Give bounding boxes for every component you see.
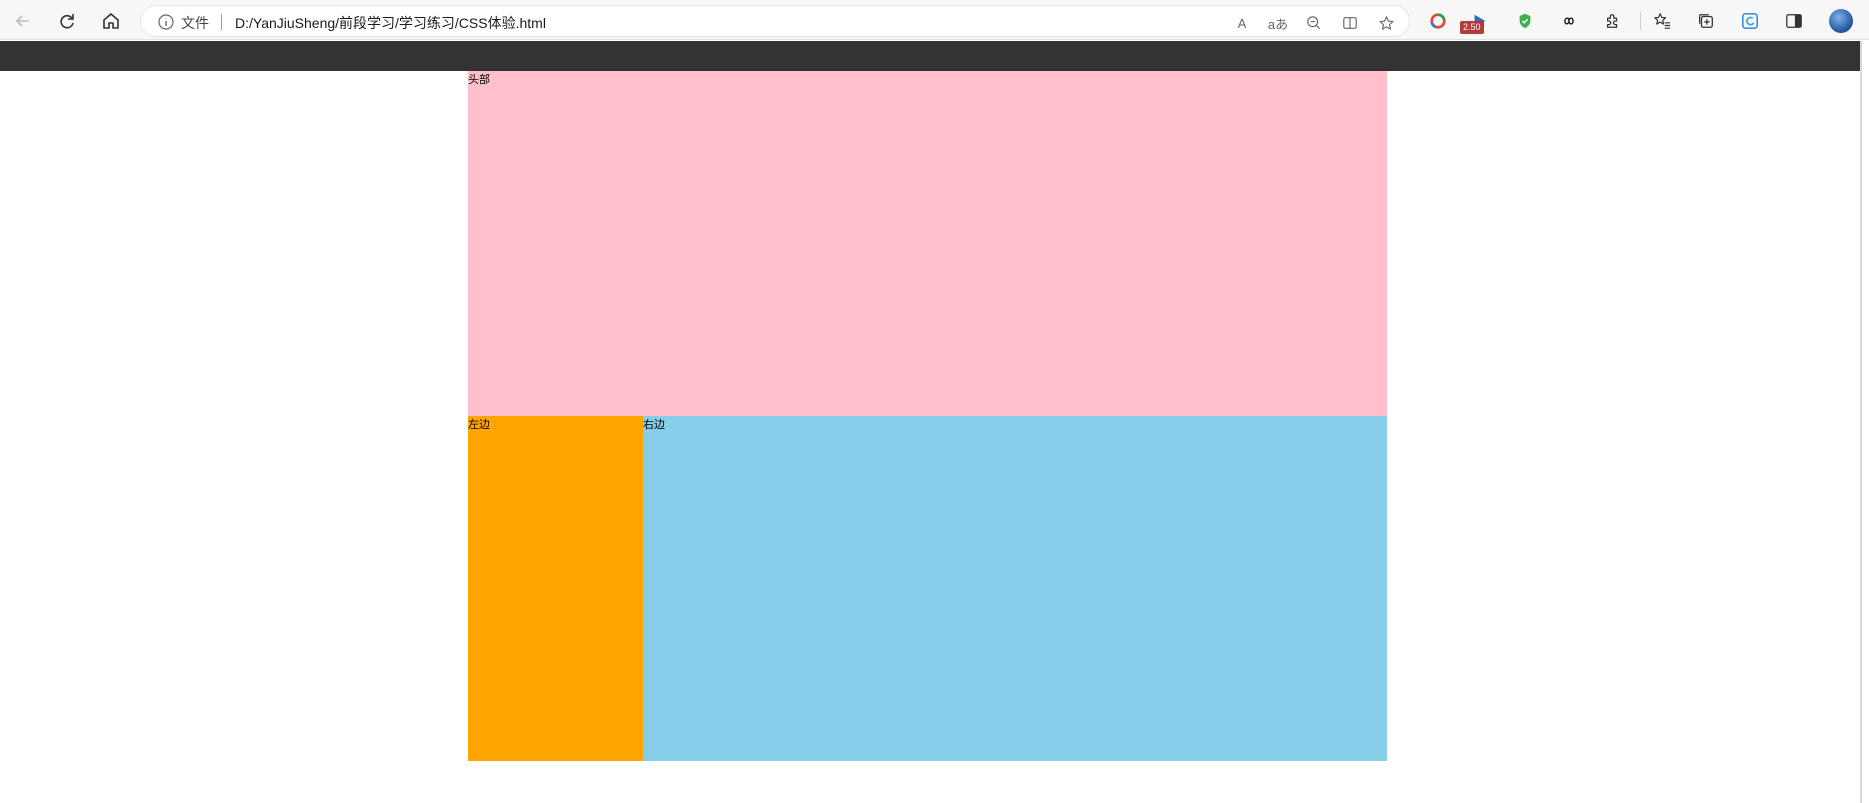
puzzle-icon[interactable] — [1600, 8, 1626, 34]
toolbar-separator — [1640, 12, 1641, 30]
shield-icon[interactable] — [1512, 8, 1538, 34]
favorites-icon[interactable] — [1649, 8, 1675, 34]
circle-extension-icon[interactable] — [1425, 8, 1451, 34]
extension-badge: 2.50 — [1460, 21, 1484, 34]
address-separator — [221, 14, 222, 30]
zoom-out-icon[interactable] — [1303, 12, 1325, 34]
infinity-icon[interactable] — [1556, 8, 1582, 34]
home-icon[interactable] — [96, 6, 126, 36]
page-top-bar — [0, 41, 1860, 71]
info-icon[interactable] — [157, 13, 175, 31]
right-block: 右边 — [643, 416, 1387, 761]
profile-avatar[interactable] — [1829, 9, 1853, 33]
browser-toolbar: 文件 D:/YanJiuSheng/前段学习/学习练习/CSS体验.html A… — [0, 0, 1869, 40]
add-favorite-icon[interactable] — [1375, 12, 1397, 34]
collections-icon[interactable] — [1693, 8, 1719, 34]
edge-icon[interactable] — [1737, 8, 1763, 34]
address-file-label: 文件 — [181, 15, 209, 31]
header-block: 头部 — [468, 71, 1387, 416]
read-aloud-icon[interactable]: A — [1231, 12, 1253, 34]
back-arrow-icon[interactable] — [8, 6, 38, 36]
address-url[interactable]: D:/YanJiuSheng/前段学习/学习练习/CSS体验.html — [235, 13, 546, 33]
address-bar[interactable]: 文件 D:/YanJiuSheng/前段学习/学习练习/CSS体验.html A… — [140, 5, 1410, 37]
translate-icon[interactable]: aあ — [1267, 12, 1289, 34]
scrollbar-edge[interactable] — [1860, 41, 1862, 803]
header-label: 头部 — [468, 73, 490, 86]
right-label: 右边 — [643, 418, 665, 431]
left-block: 左边 — [468, 416, 643, 761]
refresh-icon[interactable] — [52, 6, 82, 36]
sidebar-icon[interactable] — [1781, 8, 1807, 34]
split-screen-icon[interactable] — [1339, 12, 1361, 34]
left-label: 左边 — [468, 418, 490, 431]
